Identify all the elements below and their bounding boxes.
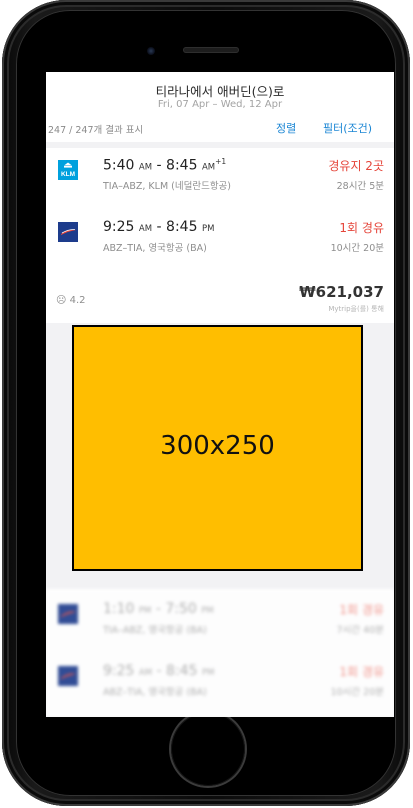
time-separator: - bbox=[156, 219, 162, 235]
depart-time: 1:10 bbox=[103, 601, 135, 617]
british-airways-logo-icon bbox=[58, 604, 78, 624]
inbound-duration: 10시간 20분 bbox=[330, 687, 384, 698]
inbound-stops: 1회 경유 bbox=[339, 221, 384, 235]
ad-placeholder[interactable]: 300x250 bbox=[72, 325, 363, 571]
inbound-route: ABZ–TIA, 영국항공 (BA) bbox=[103, 243, 207, 254]
svg-text:KLM: KLM bbox=[61, 171, 75, 178]
face-icon: ☹ bbox=[56, 295, 67, 306]
depart-time: 9:25 bbox=[103, 663, 135, 679]
filter-button[interactable]: 필터(조건) bbox=[323, 120, 372, 136]
phone-frame: 티라나에서 애버딘(으)로 Fri, 07 Apr – Wed, 12 Apr … bbox=[2, 0, 410, 806]
outbound-stops: 1회 경유 bbox=[339, 603, 384, 617]
sort-button[interactable]: 정렬 bbox=[276, 120, 296, 136]
depart-period: AM bbox=[138, 668, 153, 678]
depart-time: 5:40 bbox=[103, 157, 135, 174]
search-header: 티라나에서 애버딘(으)로 Fri, 07 Apr – Wed, 12 Apr … bbox=[46, 72, 394, 142]
outbound-stops: 경유지 2곳 bbox=[328, 159, 384, 173]
outbound-route: TIA–ABZ, KLM (네덜란드항공) bbox=[103, 181, 232, 192]
result-count: 247 / 247개 결과 표시 bbox=[48, 125, 144, 136]
rating-value: 4.2 bbox=[69, 295, 86, 306]
outbound-times: 5:40 AM - 8:45 AM+1 bbox=[103, 157, 226, 174]
outbound-leg: KLM 5:40 AM - 8:45 AM+1 TIA–ABZ, KLM (네덜… bbox=[46, 152, 394, 198]
inbound-times: 9:25 AM - 8:45 PM bbox=[103, 663, 214, 679]
inbound-leg: 9:25 AM - 8:45 PM ABZ–TIA, 영국항공 (BA) 1회 … bbox=[46, 214, 394, 260]
rating: ☹ 4.2 bbox=[56, 295, 86, 306]
outbound-route: TIA–ABZ, 영국항공 (BA) bbox=[103, 625, 207, 636]
british-airways-logo-icon bbox=[58, 222, 78, 242]
provider-note: Mytrip을(를) 통해 bbox=[328, 305, 384, 313]
klm-logo-icon: KLM bbox=[58, 160, 78, 180]
outbound-duration: 7시간 40분 bbox=[336, 625, 384, 636]
day-offset-badge: +1 bbox=[215, 157, 227, 166]
arrive-time: 8:45 bbox=[166, 663, 198, 679]
app-screen: 티라나에서 애버딘(으)로 Fri, 07 Apr – Wed, 12 Apr … bbox=[46, 72, 394, 717]
arrive-time: 8:45 bbox=[166, 219, 198, 235]
inbound-duration: 10시간 20분 bbox=[330, 243, 384, 254]
outbound-times: 1:10 PM - 7:50 PM bbox=[103, 601, 214, 617]
home-button[interactable] bbox=[171, 712, 245, 786]
british-airways-logo-icon bbox=[58, 666, 78, 686]
arrive-period: AM bbox=[201, 162, 216, 173]
inbound-leg: 9:25 AM - 8:45 PM ABZ–TIA, 영국항공 (BA) 1회 … bbox=[46, 658, 394, 704]
arrive-time: 7:50 bbox=[165, 601, 197, 617]
flight-result-card[interactable]: 1:10 PM - 7:50 PM TIA–ABZ, 영국항공 (BA) 1회 … bbox=[46, 589, 394, 717]
route-title: 티라나에서 애버딘(으)로 bbox=[155, 84, 285, 99]
inbound-route: ABZ–TIA, 영국항공 (BA) bbox=[103, 687, 207, 698]
inbound-stops: 1회 경유 bbox=[339, 665, 384, 679]
depart-period: AM bbox=[138, 224, 153, 234]
flight-result-card[interactable]: KLM 5:40 AM - 8:45 AM+1 TIA–ABZ, KLM (네덜… bbox=[46, 148, 394, 323]
arrive-period: PM bbox=[201, 668, 215, 678]
ad-size-label: 300x250 bbox=[160, 431, 275, 461]
inbound-times: 9:25 AM - 8:45 PM bbox=[103, 219, 214, 235]
time-separator: - bbox=[155, 601, 161, 617]
time-separator: - bbox=[156, 157, 162, 174]
depart-period: AM bbox=[138, 162, 153, 173]
time-separator: - bbox=[156, 663, 162, 679]
arrive-period: PM bbox=[201, 224, 215, 234]
front-camera bbox=[147, 47, 155, 55]
travel-dates: Fri, 07 Apr – Wed, 12 Apr bbox=[157, 99, 283, 110]
depart-time: 9:25 bbox=[103, 219, 135, 235]
earpiece-speaker bbox=[183, 47, 239, 53]
price: ₩621,037 bbox=[299, 283, 384, 301]
arrive-period: PM bbox=[201, 606, 214, 616]
outbound-leg: 1:10 PM - 7:50 PM TIA–ABZ, 영국항공 (BA) 1회 … bbox=[46, 596, 394, 642]
depart-period: PM bbox=[138, 606, 152, 616]
outbound-duration: 28시간 5분 bbox=[336, 181, 384, 192]
arrive-time: 8:45 bbox=[166, 157, 198, 174]
